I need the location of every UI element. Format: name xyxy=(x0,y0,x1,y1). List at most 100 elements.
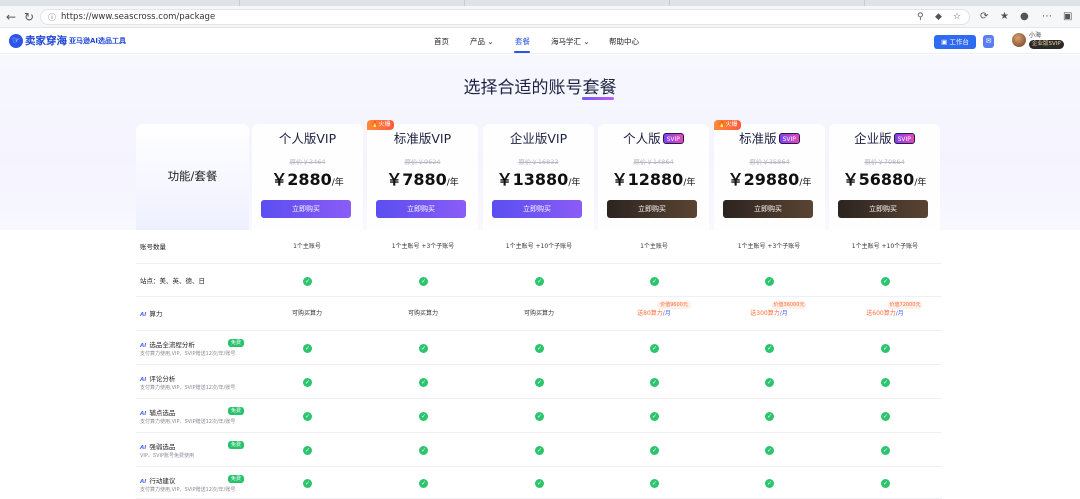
original-price: 原价￥16833 xyxy=(518,158,559,166)
credit-value-tag: 价值36000元 xyxy=(772,301,806,309)
check-icon: ✓ xyxy=(419,412,428,421)
plan-card-2: 🔥火爆 标准版VIP 原价￥9624 ￥7880/年 立即购买 xyxy=(367,120,478,230)
credit-amount: 送300算力/月 xyxy=(750,310,788,317)
workbench-button[interactable]: ▣ 工作台 xyxy=(934,35,976,49)
avatar[interactable] xyxy=(1012,33,1026,47)
row-label: AI 算力 xyxy=(140,310,163,318)
cell-value: 可购买算力 xyxy=(291,310,322,317)
table-row: AI 强弱选品 免费 VIP、SVIP账号免费使用 ✓ ✓ ✓ ✓ ✓ ✓ xyxy=(136,433,942,467)
cell-value: 1个主账号 xyxy=(293,243,321,250)
site-info-icon[interactable]: ⓘ xyxy=(48,11,56,24)
plan-card-1: 个人版VIP 原价￥3464 ￥2880/年 立即购买 xyxy=(252,124,363,230)
check-icon: ✓ xyxy=(650,276,659,286)
check-icon: ✓ xyxy=(881,446,890,455)
logo-text[interactable]: 卖家穿海 xyxy=(25,34,67,48)
chevron-down-icon: ⌄ xyxy=(487,37,494,46)
svip-badge: SVIP xyxy=(662,133,684,144)
table-row: 账号数量 1个主账号 1个主账号 +3个子账号 1个主账号 +10个子账号 1个主账号 1… xyxy=(136,230,942,264)
nav-home[interactable]: 首页 xyxy=(434,36,449,47)
feature-column-header: 功能/套餐 xyxy=(136,124,249,230)
zoom-icon[interactable]: ⚲ xyxy=(917,11,924,24)
hot-badge: 🔥火爆 xyxy=(367,120,395,130)
chevron-down-icon: ⌄ xyxy=(583,37,590,46)
row-sublabel: 支付算力使用,VIP、SVIP赠送12次/年/账号 xyxy=(140,487,236,493)
buy-now-button[interactable]: 立即购买 xyxy=(723,200,813,218)
cell-value: 1个主账号 xyxy=(640,243,668,250)
nav-packages[interactable]: 套餐 xyxy=(515,36,530,47)
hot-badge: 🔥火爆 xyxy=(714,120,742,130)
check-icon: ✓ xyxy=(303,378,312,387)
check-icon: ✓ xyxy=(881,276,890,286)
plan-price: ￥12880/年 xyxy=(611,170,696,189)
profile-icon[interactable]: ● xyxy=(1020,10,1029,24)
check-icon: ✓ xyxy=(535,378,544,387)
original-price: 原价￥9624 xyxy=(404,158,441,166)
logo-icon[interactable]: ☞ xyxy=(9,34,23,48)
check-icon: ✓ xyxy=(765,446,774,455)
notification-icon[interactable]: ✉ xyxy=(983,35,994,48)
plan-price: ￥13880/年 xyxy=(496,170,581,189)
check-icon: ✓ xyxy=(303,479,312,488)
nav-products[interactable]: 产品 ⌄ xyxy=(470,36,494,47)
check-icon: ✓ xyxy=(535,479,544,488)
check-icon: ✓ xyxy=(303,344,312,353)
credit-amount: 送600算力/月 xyxy=(866,310,904,317)
plan-card-6: 企业版 SVIP 原价￥70864 ￥56880/年 立即购买 xyxy=(829,124,940,230)
check-icon: ✓ xyxy=(765,276,774,286)
nav-help[interactable]: 帮助中心 xyxy=(609,36,639,47)
credit-value-tag: 价值72000元 xyxy=(888,301,922,309)
buy-now-button[interactable]: 立即购买 xyxy=(261,200,351,218)
check-icon: ✓ xyxy=(535,276,544,286)
logo-subtitle[interactable]: 亚马逊AI选品工具 xyxy=(69,36,126,47)
back-icon[interactable]: ← xyxy=(3,9,19,25)
monitor-icon: ▣ xyxy=(941,38,948,46)
favorites-icon[interactable]: ★ xyxy=(1000,10,1009,24)
buy-now-button[interactable]: 立即购买 xyxy=(607,200,697,218)
credit-amount: 送80算力/月 xyxy=(637,310,671,317)
cell-value: 1个主账号 +10个子账号 xyxy=(505,243,573,250)
row-sublabel: 支付算力使用,VIP、SVIP赠送12次/年/账号 xyxy=(140,419,236,425)
table-row: AI 评论分析 支付算力使用,VIP、SVIP赠送12次/年/账号 ✓ ✓ ✓ ✓ ✓ ✓ xyxy=(136,365,942,399)
check-icon: ✓ xyxy=(650,344,659,353)
check-icon: ✓ xyxy=(650,412,659,421)
check-icon: ✓ xyxy=(535,446,544,455)
check-icon: ✓ xyxy=(765,479,774,488)
more-icon[interactable]: ⋯ xyxy=(1042,10,1052,24)
refresh-icon[interactable]: ⟳ xyxy=(980,10,988,24)
cell-value: 1个主账号 +3个子账号 xyxy=(737,243,801,250)
check-icon: ✓ xyxy=(535,344,544,353)
address-bar[interactable]: ⓘ https://www.seascross.com/package ⚲ ◆ … xyxy=(40,9,970,25)
cell-value: 1个主账号 +3个子账号 xyxy=(391,243,455,250)
check-icon: ✓ xyxy=(650,479,659,488)
check-icon: ✓ xyxy=(765,412,774,421)
user-name[interactable]: 小海 xyxy=(1029,32,1041,40)
extension-icon[interactable]: ◆ xyxy=(935,11,942,24)
free-badge: 免费 xyxy=(228,441,245,449)
check-icon: ✓ xyxy=(303,446,312,455)
plan-name: 标准版 SVIP xyxy=(714,130,825,148)
buy-now-button[interactable]: 立即购买 xyxy=(838,200,928,218)
table-row: AI 算力 可购买算力 可购买算力 可购买算力 价值9600元 送80算力/月 价值36000… xyxy=(136,297,942,331)
nav-academy[interactable]: 海马学汇 ⌄ xyxy=(551,36,590,47)
check-icon: ✓ xyxy=(419,479,428,488)
sidebar-icon[interactable]: ▣ xyxy=(1063,10,1072,24)
star-icon[interactable]: ☆ xyxy=(953,11,961,24)
check-icon: ✓ xyxy=(881,412,890,421)
buy-now-button[interactable]: 立即购买 xyxy=(376,200,466,218)
url-text[interactable]: https://www.seascross.com/package xyxy=(61,11,215,24)
reload-icon[interactable]: ↻ xyxy=(21,9,37,25)
check-icon: ✓ xyxy=(303,276,312,286)
row-sublabel: 支付算力使用,VIP、SVIP赠送12次/年/账号 xyxy=(140,385,236,391)
plan-price: ￥29880/年 xyxy=(727,170,812,189)
ai-icon: AI xyxy=(140,312,147,318)
check-icon: ✓ xyxy=(765,378,774,387)
row-sublabel: 支付算力使用,VIP、SVIP赠送12次/年/账号 xyxy=(140,351,236,357)
plan-price: ￥7880/年 xyxy=(386,170,459,189)
free-badge: 免费 xyxy=(228,407,245,415)
row-label: 账号数量 xyxy=(140,243,166,251)
check-icon: ✓ xyxy=(535,412,544,421)
check-icon: ✓ xyxy=(881,378,890,387)
check-icon: ✓ xyxy=(765,344,774,353)
buy-now-button[interactable]: 立即购买 xyxy=(492,200,582,218)
check-icon: ✓ xyxy=(419,276,428,286)
